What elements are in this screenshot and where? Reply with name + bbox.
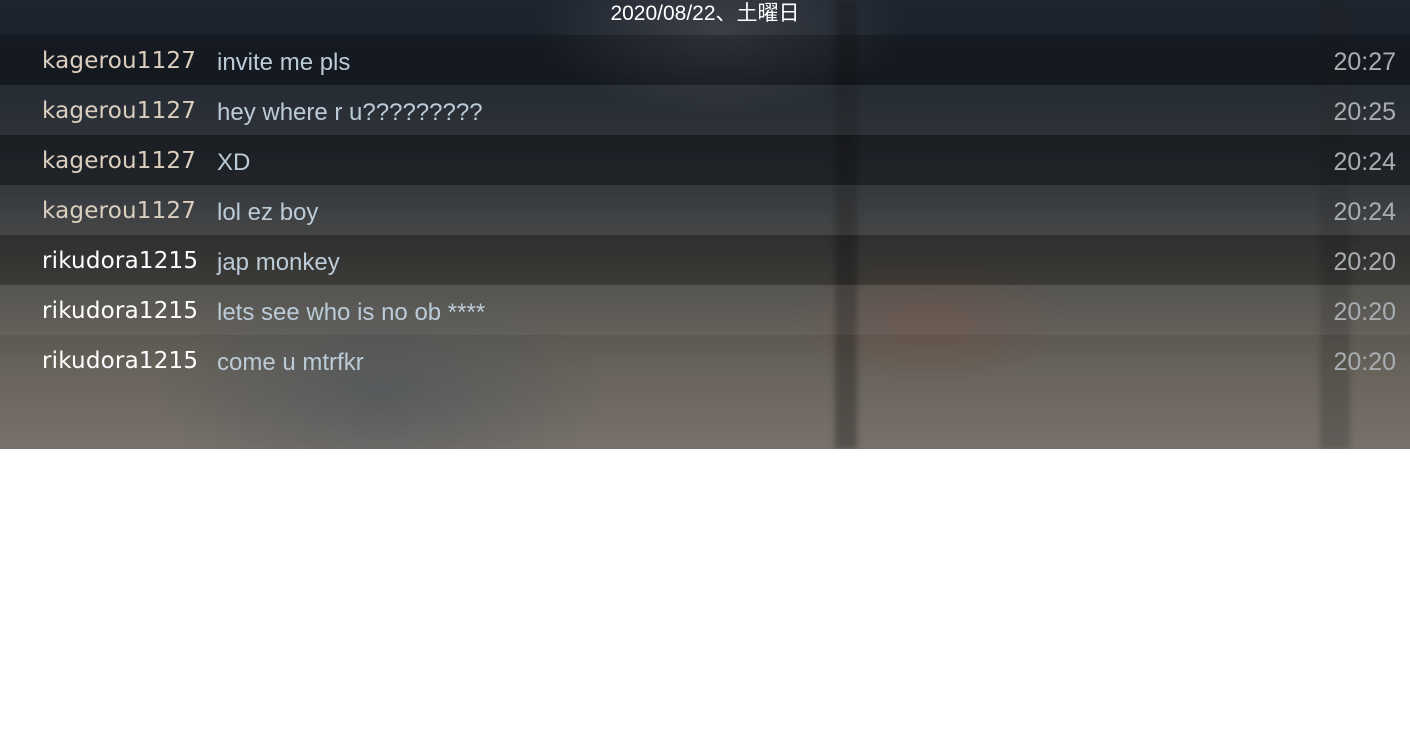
message-timestamp: 20:24 bbox=[1333, 198, 1396, 226]
date-header: 2020/08/22、土曜日 bbox=[610, 2, 800, 25]
message-sender[interactable]: kagerou1127 bbox=[42, 85, 196, 138]
blank-area bbox=[0, 449, 1410, 737]
message-text: invite me pls bbox=[217, 49, 351, 76]
message-text: lol ez boy bbox=[217, 199, 319, 226]
message-text: come u mtrfkr bbox=[217, 349, 364, 376]
message-timestamp: 20:25 bbox=[1333, 98, 1396, 126]
message-text: XD bbox=[217, 149, 251, 176]
message-timestamp: 20:20 bbox=[1333, 348, 1396, 376]
message-row[interactable]: kagerou1127 hey where r u????????? 20:25 bbox=[0, 85, 1410, 135]
message-row[interactable]: rikudora1215 jap monkey 20:20 bbox=[0, 235, 1410, 285]
message-sender[interactable]: rikudora1215 bbox=[42, 235, 198, 288]
message-row[interactable]: kagerou1127 invite me pls 20:27 bbox=[0, 35, 1410, 85]
chat-history-panel: 2020/08/22、土曜日 kagerou1127 invite me pls… bbox=[0, 0, 1410, 449]
message-sender[interactable]: kagerou1127 bbox=[42, 35, 196, 88]
message-text: jap monkey bbox=[217, 249, 340, 276]
message-row[interactable]: kagerou1127 XD 20:24 bbox=[0, 135, 1410, 185]
message-timestamp: 20:24 bbox=[1333, 148, 1396, 176]
message-row[interactable]: rikudora1215 come u mtrfkr 20:20 bbox=[0, 335, 1410, 385]
message-sender[interactable]: kagerou1127 bbox=[42, 135, 196, 188]
message-text: hey where r u????????? bbox=[217, 99, 483, 126]
message-sender[interactable]: rikudora1215 bbox=[42, 285, 198, 338]
message-timestamp: 20:27 bbox=[1333, 48, 1396, 76]
message-sender[interactable]: kagerou1127 bbox=[42, 185, 196, 238]
message-text: lets see who is no ob **** bbox=[217, 299, 486, 326]
message-row[interactable]: kagerou1127 lol ez boy 20:24 bbox=[0, 185, 1410, 235]
message-timestamp: 20:20 bbox=[1333, 298, 1396, 326]
message-sender[interactable]: rikudora1215 bbox=[42, 335, 198, 388]
message-row[interactable]: rikudora1215 lets see who is no ob **** … bbox=[0, 285, 1410, 335]
message-timestamp: 20:20 bbox=[1333, 248, 1396, 276]
message-list[interactable]: kagerou1127 invite me pls 20:27 kagerou1… bbox=[0, 35, 1410, 385]
